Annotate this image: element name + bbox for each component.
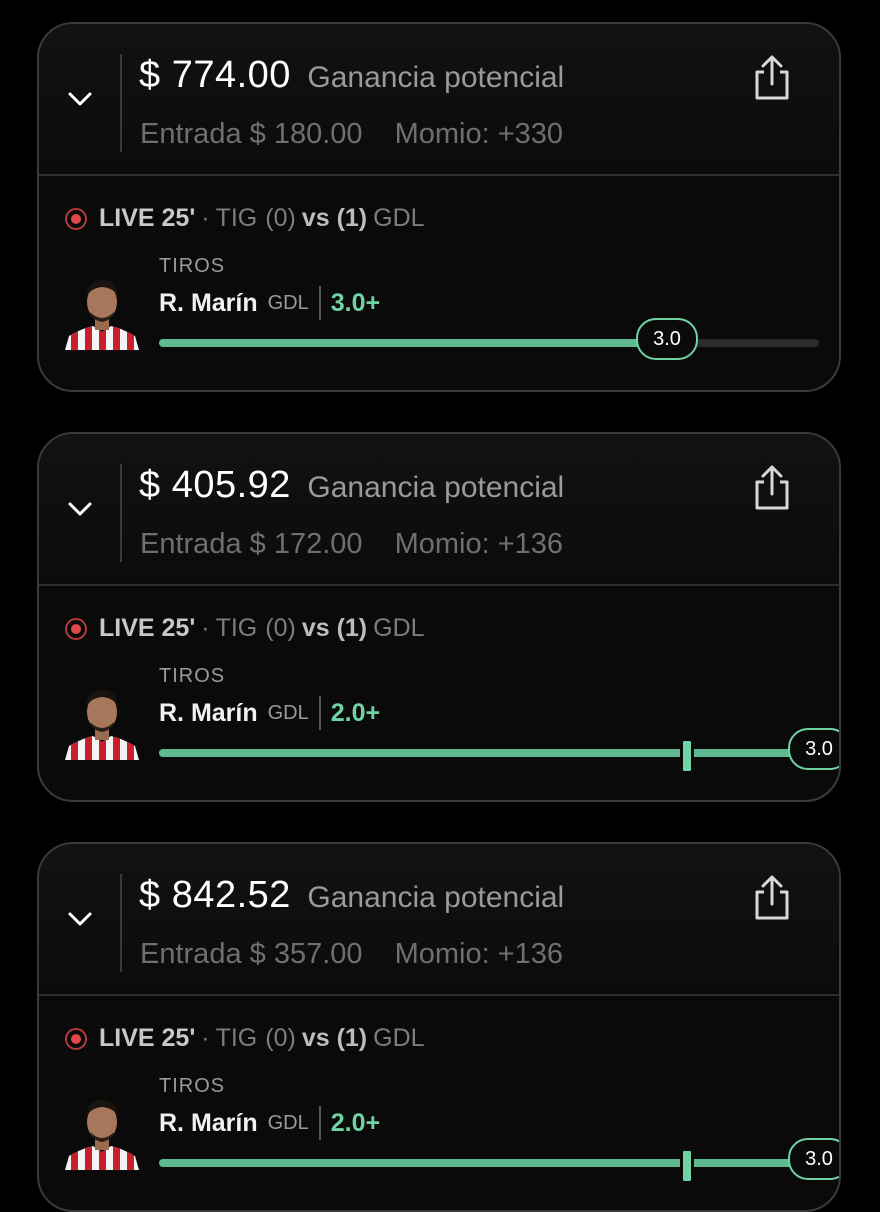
- divider: [120, 54, 122, 152]
- divider: [318, 696, 321, 730]
- live-time: LIVE 25': [99, 204, 196, 232]
- share-icon[interactable]: [751, 874, 793, 922]
- chevron-down-icon[interactable]: [65, 84, 95, 114]
- bet-card[interactable]: $ 405.92 Ganancia potencial Entrada $ 17…: [37, 432, 841, 802]
- bet-line: 2.0+: [330, 698, 381, 727]
- market-name: TIROS: [159, 665, 226, 687]
- home-team: TIG: [215, 614, 258, 642]
- player-team: GDL: [267, 291, 309, 314]
- away-team: GDL: [373, 614, 425, 642]
- progress-track: 3.0: [159, 728, 839, 774]
- payout-row: $ 405.92 Ganancia potencial: [139, 464, 564, 507]
- market-name: TIROS: [159, 255, 226, 277]
- potential-payout: $ 405.92: [139, 464, 291, 506]
- current-value-pill: 3.0: [636, 318, 698, 360]
- progress-fill: [159, 339, 667, 347]
- current-value-pill: 3.0: [788, 1138, 839, 1180]
- home-team: TIG: [215, 1024, 258, 1052]
- divider: [318, 286, 321, 320]
- live-time: LIVE 25': [99, 1024, 196, 1052]
- live-dot-icon: [65, 207, 87, 230]
- bet-card[interactable]: $ 774.00 Ganancia potencial Entrada $ 18…: [37, 22, 841, 392]
- market-name: TIROS: [159, 1075, 226, 1097]
- progress-track: 3.0: [159, 318, 819, 360]
- match-status: LIVE 25' · TIG (0) vs (1) GDL: [65, 614, 425, 643]
- progress-fill: [159, 1159, 819, 1167]
- live-dot-icon: [65, 1027, 87, 1050]
- separator: ·: [201, 204, 210, 232]
- target-marker: [680, 738, 694, 774]
- match-status: LIVE 25' · TIG (0) vs (1) GDL: [65, 204, 425, 233]
- stake-row: Entrada $ 180.00 Momio: +330: [140, 118, 563, 151]
- divider: [120, 464, 122, 562]
- stake-row: Entrada $ 172.00 Momio: +136: [140, 528, 563, 561]
- divider: [318, 1106, 321, 1140]
- share-icon[interactable]: [751, 54, 793, 102]
- player-row: R. Marín GDL 2.0+: [159, 1106, 380, 1140]
- separator: ·: [201, 1024, 210, 1052]
- odds-value: Momio: +136: [394, 528, 564, 560]
- player-row: R. Marín GDL 3.0+: [159, 286, 380, 320]
- home-team: TIG: [215, 204, 258, 232]
- away-team: GDL: [373, 1024, 425, 1052]
- match-status: LIVE 25' · TIG (0) vs (1) GDL: [65, 1024, 425, 1053]
- home-score: (0): [265, 204, 296, 232]
- player-team: GDL: [267, 701, 309, 724]
- current-value-pill: 3.0: [788, 728, 839, 770]
- player-name: R. Marín: [159, 288, 258, 317]
- player-avatar: [65, 1100, 139, 1170]
- stake-amount: Entrada $ 357.00: [140, 938, 363, 970]
- separator: ·: [201, 614, 210, 642]
- player-avatar: [65, 690, 139, 760]
- player-avatar: [65, 280, 139, 350]
- payout-row: $ 842.52 Ganancia potencial: [139, 874, 564, 917]
- bet-card-header[interactable]: $ 774.00 Ganancia potencial Entrada $ 18…: [39, 24, 839, 176]
- bet-line: 2.0+: [330, 1108, 381, 1137]
- payout-label: Ganancia potencial: [307, 881, 565, 914]
- bet-card[interactable]: $ 842.52 Ganancia potencial Entrada $ 35…: [37, 842, 841, 1212]
- target-marker: [680, 1148, 694, 1184]
- player-team: GDL: [267, 1111, 309, 1134]
- away-score: vs (1): [301, 614, 368, 642]
- player-name: R. Marín: [159, 698, 258, 727]
- bet-card-header[interactable]: $ 842.52 Ganancia potencial Entrada $ 35…: [39, 844, 839, 996]
- potential-payout: $ 842.52: [139, 874, 291, 916]
- bet-line: 3.0+: [330, 288, 381, 317]
- share-icon[interactable]: [751, 464, 793, 512]
- divider: [120, 874, 122, 972]
- payout-label: Ganancia potencial: [307, 61, 565, 94]
- potential-payout: $ 774.00: [139, 54, 291, 96]
- chevron-down-icon[interactable]: [65, 904, 95, 934]
- player-name: R. Marín: [159, 1108, 258, 1137]
- chevron-down-icon[interactable]: [65, 494, 95, 524]
- progress-fill: [159, 749, 819, 757]
- bet-card-header[interactable]: $ 405.92 Ganancia potencial Entrada $ 17…: [39, 434, 839, 586]
- away-team: GDL: [373, 204, 425, 232]
- live-dot-icon: [65, 617, 87, 640]
- stake-amount: Entrada $ 172.00: [140, 528, 363, 560]
- home-score: (0): [265, 614, 296, 642]
- stake-row: Entrada $ 357.00 Momio: +136: [140, 938, 563, 971]
- live-time: LIVE 25': [99, 614, 196, 642]
- player-row: R. Marín GDL 2.0+: [159, 696, 380, 730]
- away-score: vs (1): [301, 1024, 368, 1052]
- payout-label: Ganancia potencial: [307, 471, 565, 504]
- progress-track: 3.0: [159, 1138, 839, 1184]
- stake-amount: Entrada $ 180.00: [140, 118, 363, 150]
- payout-row: $ 774.00 Ganancia potencial: [139, 54, 564, 97]
- odds-value: Momio: +330: [394, 118, 564, 150]
- away-score: vs (1): [301, 204, 368, 232]
- home-score: (0): [265, 1024, 296, 1052]
- odds-value: Momio: +136: [394, 938, 564, 970]
